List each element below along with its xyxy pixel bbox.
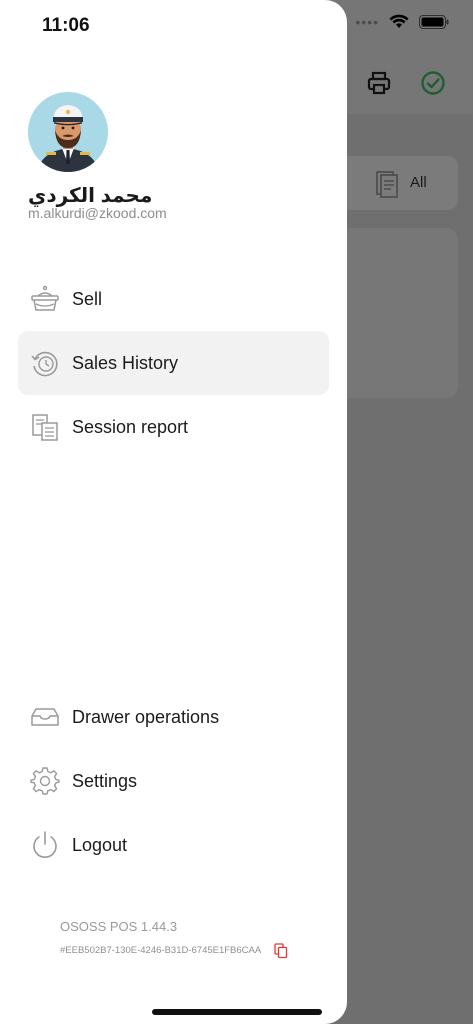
history-clock-icon <box>30 348 60 378</box>
menu-item-sell[interactable]: Sell <box>18 267 329 331</box>
captain-avatar-icon <box>28 92 108 172</box>
menu-item-sales-history[interactable]: Sales History <box>18 331 329 395</box>
menu-item-label: Sell <box>72 288 103 309</box>
menu-item-label: Settings <box>72 770 138 791</box>
report-icon <box>30 412 60 442</box>
gear-icon <box>30 766 60 796</box>
wifi-icon <box>389 14 409 28</box>
navigation-drawer: 11:06 محمد الكردي m.alkurdi@zkood.com Se… <box>0 0 347 1024</box>
battery-icon <box>419 15 449 29</box>
filter-label: All <box>410 174 427 191</box>
receipt-icon <box>376 171 398 198</box>
print-icon[interactable] <box>366 70 392 96</box>
background-card <box>330 228 458 398</box>
status-time: 11:06 <box>42 15 90 36</box>
menu-item-label: Sales History <box>72 352 179 373</box>
check-circle-icon[interactable] <box>420 70 446 96</box>
menu-item-settings[interactable]: Settings <box>18 749 329 813</box>
menu-item-logout[interactable]: Logout <box>18 813 329 877</box>
filter-chip-all[interactable]: All <box>330 156 458 210</box>
app-version: OSOSS POS 1.44.3 <box>60 919 178 934</box>
user-email: m.alkurdi@zkood.com <box>28 205 167 221</box>
basket-icon <box>30 284 60 314</box>
device-id: #EEB502B7-130E-4246-B31D-6745E1FB6CAA <box>60 945 262 956</box>
menu-item-drawer-operations[interactable]: Drawer operations <box>18 685 329 749</box>
signal-dots-icon: •••• <box>355 14 379 30</box>
power-icon <box>30 830 60 860</box>
menu-item-label: Logout <box>72 834 128 855</box>
menu-item-session-report[interactable]: Session report <box>18 395 329 459</box>
status-icons: •••• <box>355 14 449 30</box>
menu-item-label: Drawer operations <box>72 706 220 727</box>
home-indicator <box>152 1009 322 1015</box>
copy-icon[interactable] <box>274 943 288 959</box>
menu-item-label: Session report <box>72 416 189 437</box>
avatar <box>28 92 108 172</box>
drawer-icon <box>30 702 60 732</box>
